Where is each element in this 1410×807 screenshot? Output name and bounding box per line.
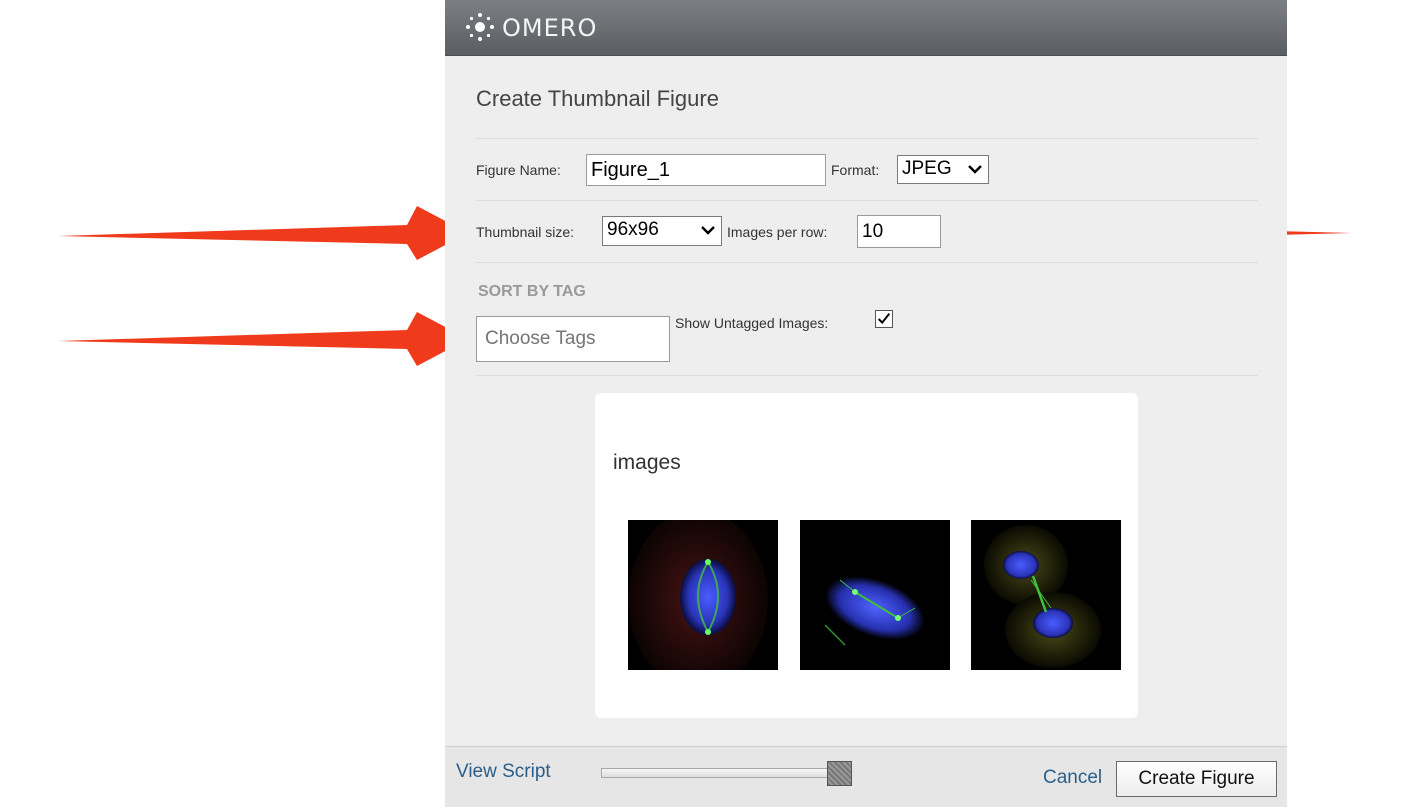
microscopy-image [628, 520, 778, 670]
figure-name-label: Figure Name: [476, 162, 561, 178]
divider [476, 375, 1258, 376]
microscopy-image [971, 520, 1121, 670]
format-select-value: JPEG [902, 158, 952, 179]
sort-by-tag-heading: SORT BY TAG [478, 283, 586, 300]
cancel-link[interactable]: Cancel [1043, 767, 1102, 789]
choose-tags-input[interactable] [476, 316, 670, 362]
progress-slider-handle[interactable] [827, 761, 852, 786]
thumbnail-3[interactable] [971, 520, 1121, 670]
thumbnail-1[interactable] [628, 520, 778, 670]
show-untagged-label: Show Untagged Images: [675, 315, 829, 331]
format-select[interactable]: JPEG [897, 155, 989, 184]
view-script-link[interactable]: View Script [456, 761, 551, 783]
thumbnail-size-select[interactable]: 96x96 [602, 216, 722, 246]
arrow-to-thumbnail-size [58, 206, 468, 260]
format-label: Format: [831, 162, 880, 178]
images-per-row-label: Images per row: [727, 224, 828, 240]
arrow-to-choose-tags [58, 312, 468, 366]
divider [476, 262, 1258, 263]
figure-preview-panel: images [595, 393, 1138, 718]
chevron-down-icon [701, 226, 715, 235]
chevron-down-icon [968, 165, 982, 174]
progress-slider-track [601, 768, 841, 778]
divider [476, 138, 1258, 139]
show-untagged-checkbox[interactable] [875, 310, 893, 328]
create-figure-button[interactable]: Create Figure [1116, 761, 1277, 797]
microscopy-image [800, 520, 950, 670]
dialog-footer: View Script Cancel Create Figure [445, 746, 1287, 807]
create-thumbnail-dialog: OMERO Create Thumbnail Figure Figure Nam… [445, 0, 1287, 807]
checkmark-icon [877, 313, 891, 325]
dialog-title: Create Thumbnail Figure [476, 86, 719, 111]
divider [476, 200, 1258, 201]
thumbnail-size-label: Thumbnail size: [476, 224, 575, 240]
app-logo-text: OMERO [502, 14, 598, 42]
figure-name-input[interactable] [586, 154, 826, 186]
image-group-title: images [613, 451, 681, 474]
app-header: OMERO [445, 0, 1287, 56]
thumbnail-size-value: 96x96 [607, 219, 659, 240]
omero-logo-icon [466, 13, 494, 41]
images-per-row-input[interactable] [857, 215, 941, 248]
thumbnail-2[interactable] [800, 520, 950, 670]
